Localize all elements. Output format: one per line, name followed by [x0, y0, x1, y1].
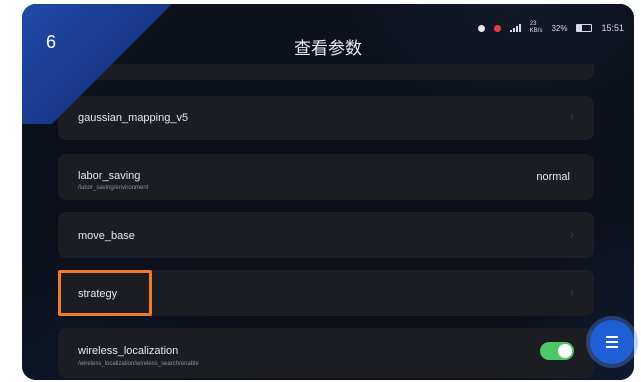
param-name: move_base	[78, 230, 135, 242]
param-row-wireless-localization[interactable]: wireless_localization /wireless_localiza…	[58, 328, 594, 378]
highlight-box-strategy	[58, 270, 152, 316]
menu-icon	[606, 336, 618, 348]
page-title: 查看参数	[294, 39, 362, 58]
chevron-right-icon: ›	[570, 227, 574, 241]
chevron-right-icon: ›	[570, 109, 574, 123]
param-value: normal	[536, 171, 570, 183]
battery-icon	[576, 24, 593, 32]
param-name: labor_saving	[78, 170, 141, 182]
location-icon	[493, 24, 501, 32]
param-row-move-base[interactable]: move_base ›	[58, 212, 594, 258]
wireless-localization-toggle[interactable]	[540, 342, 574, 360]
corner-banner	[22, 4, 172, 124]
param-row-labor-saving[interactable]: labor_saving /labor_saving/environment n…	[58, 154, 594, 200]
chevron-right-icon: ›	[570, 285, 574, 299]
status-bar: 23 KB/s 32% 15:51	[477, 21, 624, 35]
param-path: /labor_saving/environment	[78, 185, 149, 191]
param-path: /wireless_localization/wireless_search/e…	[78, 361, 199, 367]
param-name: wireless_localization	[78, 345, 179, 357]
signal-icon	[509, 24, 521, 32]
toggle-knob	[558, 344, 572, 358]
app-screen: 6 23 KB/s 32% 15:51 查看参数 gaussian_mappin…	[22, 4, 634, 380]
device-screen: 6 23 KB/s 32% 15:51 查看参数 gaussian_mappin…	[22, 4, 634, 380]
floating-menu-button[interactable]	[590, 320, 634, 364]
battery-percent: 32%	[551, 23, 568, 33]
network-speed: 23 KB/s	[529, 21, 543, 34]
clock: 15:51	[601, 23, 624, 33]
app-notification-icon	[477, 24, 485, 32]
